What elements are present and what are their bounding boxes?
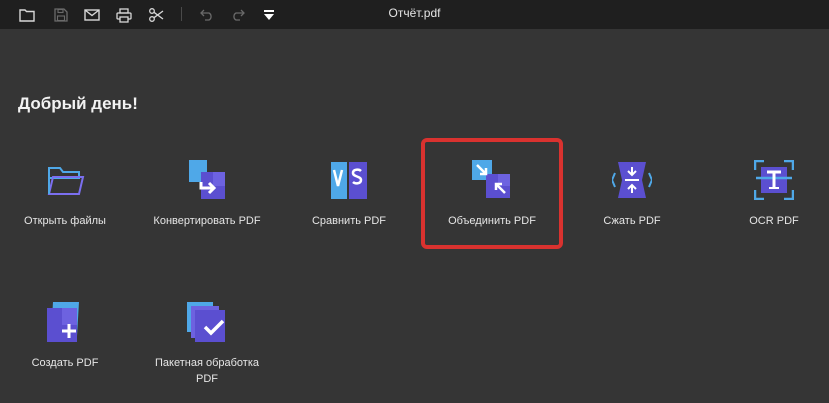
- compare-icon: [329, 160, 369, 200]
- tool-ocr-pdf[interactable]: OCR PDF: [710, 142, 829, 242]
- tool-create-pdf[interactable]: Создать PDF: [1, 284, 129, 384]
- document-title: Отчёт.pdf: [388, 6, 441, 20]
- tool-compress-pdf[interactable]: Сжать PDF: [568, 142, 696, 242]
- tool-label: Сжать PDF: [603, 215, 661, 227]
- compress-icon: [610, 160, 654, 200]
- tool-compare-pdf[interactable]: Сравнить PDF: [285, 142, 413, 242]
- selection-highlight: [421, 138, 563, 249]
- tool-label: Открыть файлы: [24, 215, 106, 227]
- tool-open-files[interactable]: Открыть файлы: [1, 142, 129, 242]
- title-bar: Отчёт.pdf: [0, 0, 829, 29]
- tool-label: Сравнить PDF: [311, 215, 387, 227]
- convert-icon: [187, 160, 227, 200]
- tool-convert-pdf[interactable]: Конвертировать PDF: [143, 142, 271, 242]
- create-icon: [45, 302, 85, 342]
- greeting-heading: Добрый день!: [18, 94, 138, 113]
- tool-label: Пакетная обработка PDF: [155, 357, 259, 385]
- tool-batch-pdf[interactable]: Пакетная обработка PDF: [143, 284, 271, 385]
- tool-label: OCR PDF: [749, 215, 799, 227]
- tool-label: Создать PDF: [31, 357, 99, 369]
- tool-label: Конвертировать PDF: [153, 215, 261, 227]
- batch-icon: [187, 302, 227, 342]
- ocr-icon: [753, 159, 795, 201]
- folder-icon: [45, 160, 85, 200]
